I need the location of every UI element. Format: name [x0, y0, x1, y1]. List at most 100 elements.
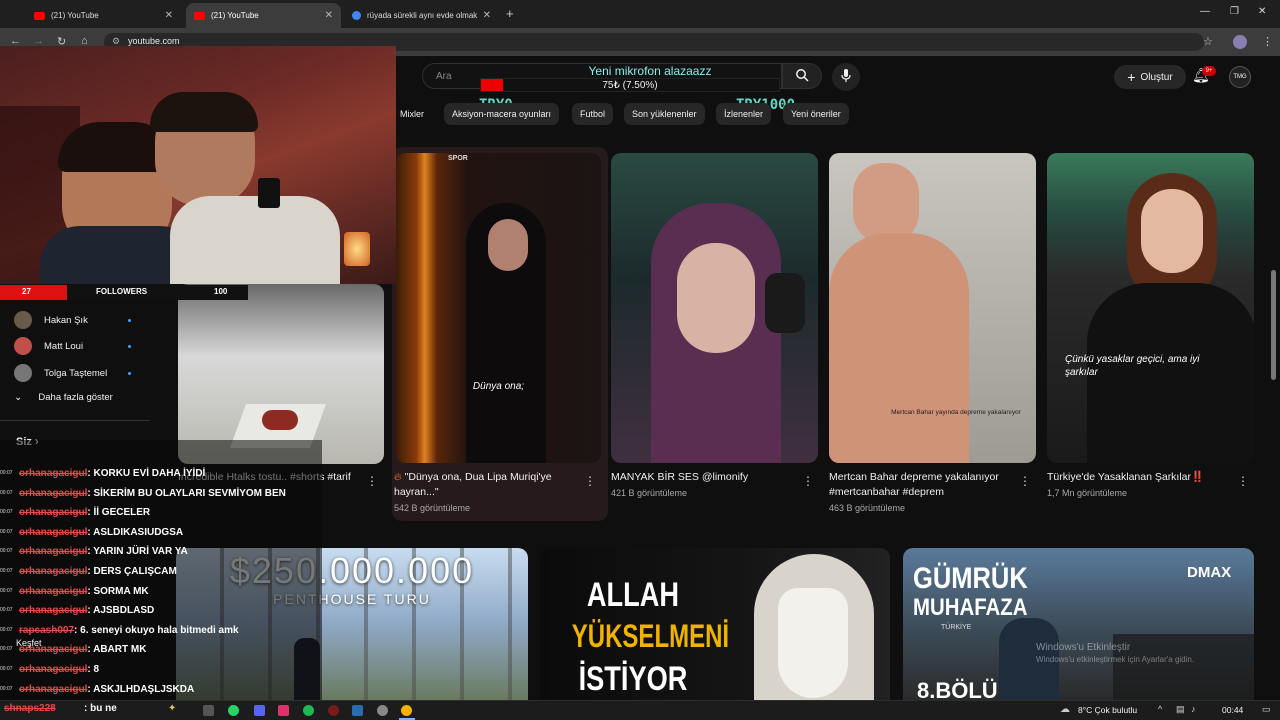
subscription-item[interactable]: Tolga Taştemel [14, 364, 107, 382]
new-tab-icon[interactable]: + [506, 6, 514, 21]
subscription-item[interactable]: Matt Loui [14, 337, 83, 355]
video-thumbnail-yasak-sarkilar[interactable]: Çünkü yasaklar geçici, ama iyi şarkılar [1047, 153, 1254, 463]
instagram-icon[interactable] [278, 705, 289, 716]
close-window-icon[interactable]: ✕ [1258, 6, 1266, 17]
tab-youtube-2[interactable]: (21) YouTube ✕ [186, 3, 341, 28]
chip-futbol[interactable]: Futbol [572, 103, 614, 125]
desktop-app-icon[interactable] [352, 705, 363, 716]
chat-timestamp: 00:07 [0, 685, 13, 692]
chat-timestamp: 00:07 [0, 587, 13, 594]
chat-message: 00:07 orhanagacigul: YARIN JÜRİ VAR YA [0, 542, 188, 561]
chat-text: : İİ GECELER [87, 507, 151, 519]
create-label: Oluştur [1140, 71, 1173, 83]
chat-username: orhanagacigul [19, 507, 88, 519]
task-view-icon[interactable] [203, 705, 214, 716]
notification-center-icon[interactable]: ▭ [1262, 704, 1271, 715]
tray-chevron-icon[interactable]: ^ [1158, 704, 1162, 714]
voice-search-button[interactable] [832, 63, 860, 91]
chat-message: 00:07 orhanagacigul: SİKERİM BU OLAYLARI … [0, 484, 286, 503]
video-menu-icon[interactable]: ⋮ [366, 474, 378, 488]
close-tab-icon[interactable]: ✕ [483, 10, 491, 21]
video-thumbnail-tost[interactable] [178, 284, 384, 464]
obs-icon[interactable] [328, 705, 339, 716]
spotify-icon[interactable] [303, 705, 314, 716]
video-thumbnail-mertcan[interactable]: Mertcan Bahar yayında depreme yakalanıyo… [829, 153, 1036, 463]
page-scrollbar[interactable] [1271, 270, 1276, 380]
chat-text: : ABART MK [87, 644, 147, 656]
video-title[interactable]: 🔥︎ "Dünya ona, Dua Lipa Muriqi'ye hayran… [394, 470, 574, 500]
bookmark-star-icon[interactable]: ☆ [1203, 35, 1213, 48]
channel-avatar [14, 337, 32, 355]
tab-google-search[interactable]: rüyada sürekli aynı evde olmak ✕ [344, 3, 499, 28]
browser-menu-icon[interactable]: ⋮ [1262, 35, 1273, 48]
tab-youtube-1[interactable]: (21) YouTube ✕ [26, 3, 181, 28]
video-thumbnail-gumruk[interactable]: GÜMRÜK MUHAFAZA TÜRKİYE 8.BÖLÜM DMAX [903, 548, 1254, 700]
chat-username: orhanagacigul [19, 526, 88, 538]
channel-avatar [14, 364, 32, 382]
new-content-dot [128, 319, 131, 322]
profile-avatar[interactable] [1233, 35, 1247, 49]
create-button[interactable]: + Oluştur [1114, 65, 1186, 89]
restore-icon[interactable]: ❐ [1230, 6, 1239, 17]
video-menu-icon[interactable]: ⋮ [1237, 474, 1249, 488]
network-icon[interactable]: ▤ [1176, 704, 1185, 715]
chat-username: orhanagacigul [19, 468, 88, 480]
chevron-down-icon: ⌄ [14, 392, 23, 403]
video-menu-icon[interactable]: ⋮ [584, 474, 596, 488]
chat-latest-msg: : bu ne [84, 703, 117, 714]
windows-activation-watermark: Windows'u Etkinleştir [1036, 642, 1131, 653]
discover-section-header[interactable]: Keşfet [16, 638, 42, 648]
followers-current: 27 [22, 287, 31, 296]
show-more-button[interactable]: ⌄ Daha fazla göster [14, 392, 113, 403]
notification-count-badge: 9+ [1202, 66, 1216, 76]
video-menu-icon[interactable]: ⋮ [1019, 474, 1031, 488]
sparkle-icon: ✦ [168, 703, 177, 714]
discord-icon[interactable] [254, 705, 265, 716]
chip-action-adventure[interactable]: Aksiyon-macera oyunları [444, 103, 560, 125]
plus-icon: + [1127, 69, 1136, 85]
chat-message: 00:07 orhanagacigul: DERS ÇALIŞCAM [0, 562, 177, 581]
chat-message: 00:07 orhanagacigul: İİ GECELER [0, 503, 150, 522]
thumbnail-tag: SPOR [448, 155, 468, 162]
video-thumbnail-allah[interactable]: ALLAH YÜKSELMENİ İSTİYOR [540, 548, 890, 700]
close-tab-icon[interactable]: ✕ [165, 10, 173, 21]
video-thumbnail-limonify[interactable] [611, 153, 818, 463]
microphone-icon [841, 69, 851, 82]
channel-name: Hakan Şık [44, 314, 88, 326]
channel-name: Matt Loui [44, 340, 84, 352]
video-title[interactable]: Türkiye'de Yasaklanan Şarkılar‼️ [1047, 470, 1232, 485]
account-avatar[interactable]: TMG [1229, 66, 1251, 88]
chat-timestamp: 00:07 [0, 489, 13, 496]
chip-new-recommendations[interactable]: Yeni öneriler [783, 103, 849, 125]
weather-icon[interactable]: ☁ [1060, 704, 1070, 715]
donation-goal-title: Yeni mikrofon alazaazz [588, 64, 712, 78]
chat-message: 00:07 orhanagacigul: SORMA MK [0, 582, 149, 601]
whatsapp-icon[interactable] [228, 705, 239, 716]
close-tab-icon[interactable]: ✕ [325, 10, 333, 21]
chip-watched[interactable]: İzlenenler [716, 103, 772, 125]
chat-message: 00:07 orhanagacigul: 8 [0, 660, 99, 679]
google-favicon-icon [352, 11, 361, 20]
video-thumbnail-dua-lipa[interactable]: SPOR Dünya ona; [396, 153, 601, 463]
subscription-item[interactable]: Hakan Şık [14, 311, 88, 329]
chat-latest-user: shnaps228 [4, 703, 56, 714]
chat-username: orhanagacigul [19, 487, 88, 499]
sidebar-divider [0, 420, 150, 421]
chip-recent-uploads[interactable]: Son yüklenenler [624, 103, 705, 125]
minimize-icon[interactable]: — [1200, 6, 1210, 17]
steam-icon[interactable] [377, 705, 388, 716]
volume-icon[interactable]: ♪ [1191, 704, 1196, 714]
new-content-dot [128, 372, 131, 375]
followers-goal-bar: 27 FOLLOWERS 100 [0, 285, 248, 300]
chrome-icon[interactable] [401, 705, 412, 716]
chat-message: 00:07 orhanagacigul: KORKU EVİ DAHA İYİDİ [0, 464, 205, 483]
clock[interactable]: 00:44 [1222, 705, 1243, 715]
video-title[interactable]: Mertcan Bahar depreme yakalanıyor #mertc… [829, 470, 1014, 500]
chat-message: 00:07 orhanagacigul: ASLDIKASIUDGSA [0, 523, 183, 542]
video-title[interactable]: MANYAK BİR SES @limonify [611, 470, 796, 485]
chip-mixler[interactable]: Mixler [392, 103, 432, 125]
video-menu-icon[interactable]: ⋮ [802, 474, 814, 488]
weather-text[interactable]: 8°C Çok bulutlu [1078, 705, 1137, 715]
search-button[interactable] [782, 63, 822, 89]
chat-username: orhanagacigul [19, 546, 88, 558]
